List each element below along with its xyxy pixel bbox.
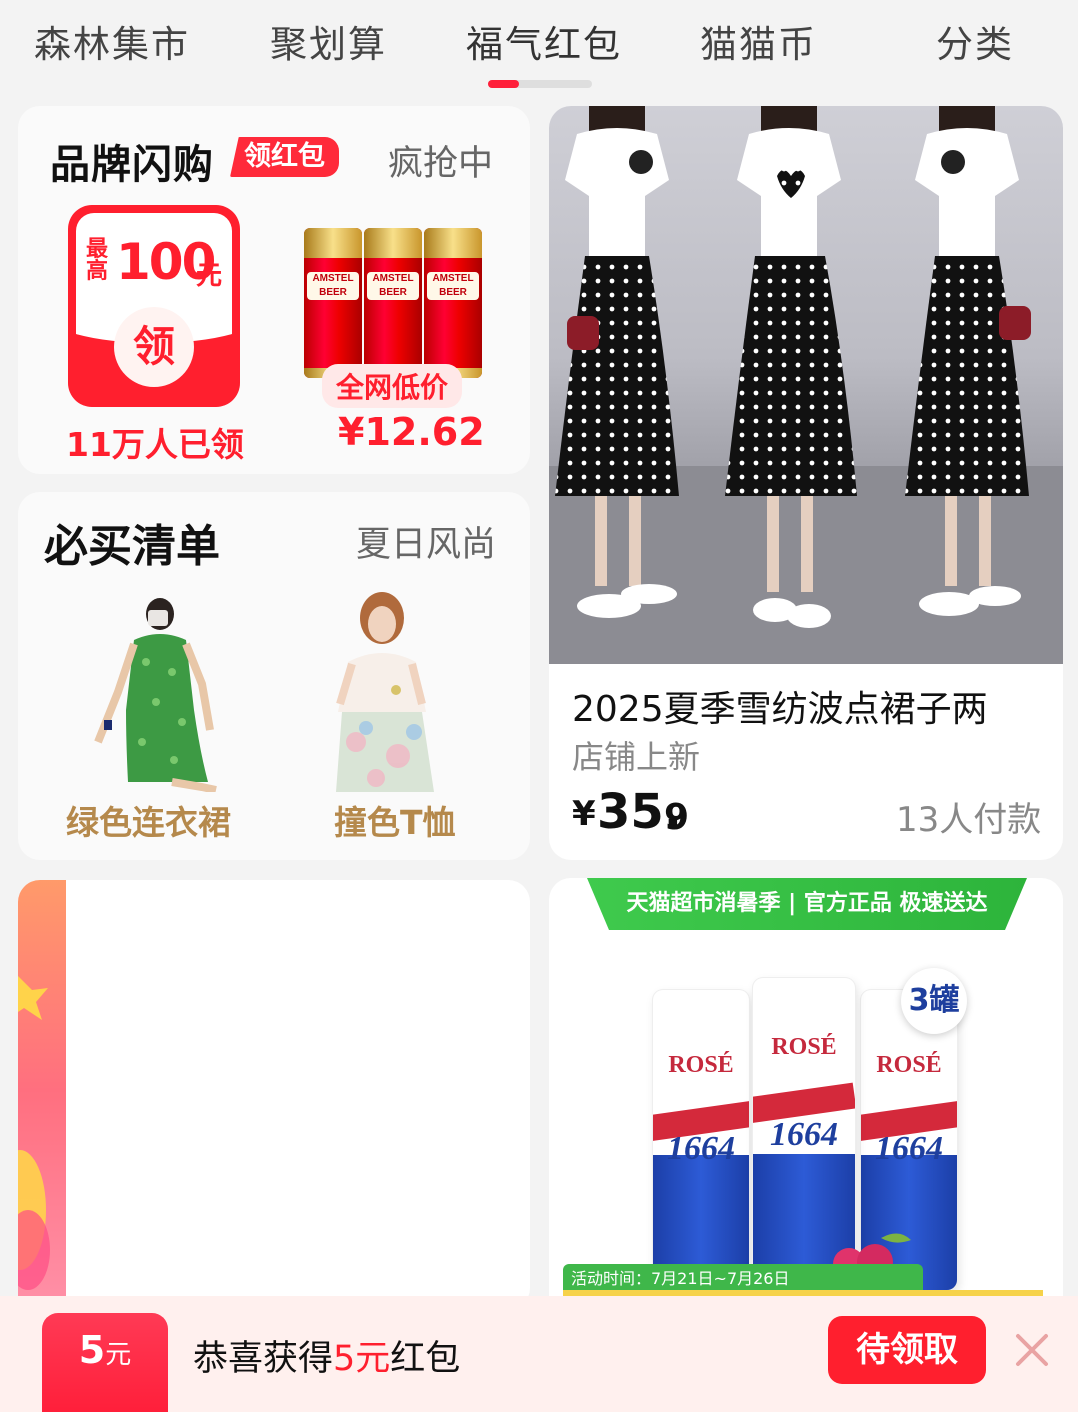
brand-flash-title: 品牌闪购 xyxy=(50,142,214,188)
tshirt-image[interactable] xyxy=(322,592,472,792)
tab-lucky-redpacket[interactable]: 福气红包 xyxy=(466,14,622,68)
price-currency: ¥ xyxy=(572,794,596,834)
beer-price: ¥12.62 xyxy=(338,410,485,454)
polka-dress-image[interactable] xyxy=(549,106,1063,664)
rose-can-image: ROSÉ 1664 xyxy=(653,990,749,1290)
redpacket-amount: 5 xyxy=(78,1328,106,1372)
sold-count: 13人付款 xyxy=(896,800,1042,840)
close-icon[interactable] xyxy=(1012,1330,1052,1370)
loading-card[interactable] xyxy=(18,880,530,1310)
redpacket-notification: 5元 恭喜获得5元红包 待领取 xyxy=(0,1296,1078,1412)
redpacket-unit: 元 xyxy=(105,1340,132,1370)
coupon-card[interactable]: 最高 100 元 领 xyxy=(68,205,240,407)
message-suffix: 红包 xyxy=(390,1339,461,1379)
can-count-badge: 3罐 xyxy=(901,968,967,1034)
message-prefix: 恭喜获得 xyxy=(193,1339,334,1379)
coupon-claimed-count: 11万人已领 xyxy=(66,425,244,464)
green-dress-image[interactable] xyxy=(82,592,232,792)
notification-message: 恭喜获得5元红包 xyxy=(193,1330,460,1381)
product-tag: 店铺上新 xyxy=(572,738,701,776)
tab-category[interactable]: 分类 xyxy=(936,14,1014,68)
tab-cat-coins[interactable]: 猫猫币 xyxy=(700,14,817,68)
message-highlight: 5元 xyxy=(333,1339,391,1379)
beer-can-image[interactable]: AMSTEL BEER xyxy=(364,228,422,378)
lowest-price-tag: 全网低价 xyxy=(322,364,463,408)
tab-active-indicator xyxy=(488,80,519,88)
promo-strip xyxy=(0,880,66,1300)
must-buy-subtitle: 夏日风尚 xyxy=(356,525,497,565)
beer-can-image[interactable]: AMSTEL BEER xyxy=(424,228,482,378)
brand-flash-status: 疯抢中 xyxy=(388,144,494,184)
tab-forest-market[interactable]: 森林集市 xyxy=(34,14,190,68)
coupon-unit: 元 xyxy=(196,261,223,291)
coupon-max-label: 最高 xyxy=(86,237,109,284)
coupon-claim-button[interactable]: 领 xyxy=(114,307,194,387)
price-decimal: 9 xyxy=(664,797,690,838)
redpacket-badge-icon: 5元 xyxy=(42,1313,168,1412)
must-buy-item-label: 绿色连衣裙 xyxy=(66,803,231,842)
tab-juhuasuan[interactable]: 聚划算 xyxy=(270,14,387,68)
promo-banner: 天猫超市消暑季 | 官方正品 极速送达 xyxy=(587,878,1027,930)
beer-can-image[interactable]: AMSTEL BEER xyxy=(304,228,362,378)
product-title[interactable]: 2025夏季雪纺波点裙子两 xyxy=(572,680,1042,732)
top-tabs: 森林集市 聚划算 福气红包 猫猫币 分类 xyxy=(0,0,1078,100)
must-buy-item-label: 撞色T恤 xyxy=(334,803,456,842)
redpacket-badge: 领红包 xyxy=(230,137,339,177)
beer-promo-card[interactable]: 天猫超市消暑季 | 官方正品 极速送达 ROSÉ 1664 ROSÉ 1664 … xyxy=(549,878,1063,1308)
must-buy-title: 必买清单 xyxy=(44,521,220,572)
claim-button[interactable]: 待领取 xyxy=(828,1316,986,1384)
